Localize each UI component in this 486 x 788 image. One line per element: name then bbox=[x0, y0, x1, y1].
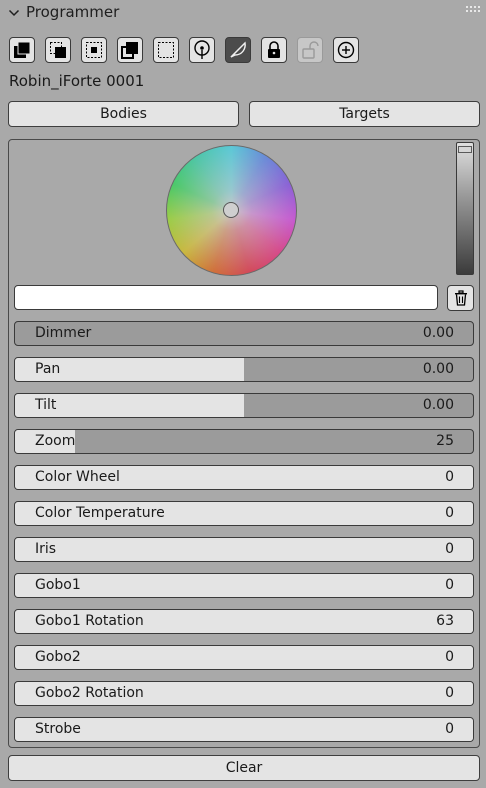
slider-label: Tilt bbox=[35, 397, 57, 413]
slider-zoom[interactable]: Zoom 25 bbox=[14, 429, 474, 454]
fixture-name: Robin_iForte 0001 bbox=[9, 72, 145, 90]
slider-value: 0 bbox=[445, 505, 454, 521]
color-wheel-cursor[interactable] bbox=[223, 202, 239, 218]
slider-value: 0 bbox=[445, 721, 454, 737]
chevron-down-icon[interactable] bbox=[8, 7, 20, 19]
slider-color-temperature[interactable]: Color Temperature 0 bbox=[14, 501, 474, 526]
unlock-icon bbox=[302, 41, 319, 59]
feather-button[interactable] bbox=[225, 37, 251, 63]
locate-pin-button[interactable] bbox=[189, 37, 215, 63]
slider-label: Pan bbox=[35, 361, 61, 377]
slider-value: 0.00 bbox=[422, 361, 454, 377]
slider-label: Color Wheel bbox=[35, 469, 120, 485]
slider-label: Gobo1 Rotation bbox=[35, 613, 144, 629]
slider-label: Gobo2 bbox=[35, 649, 81, 665]
slider-value: 0 bbox=[445, 541, 454, 557]
slider-fill bbox=[15, 718, 473, 741]
slider-label: Strobe bbox=[35, 721, 81, 737]
slider-gobo2-rotation[interactable]: Gobo2 Rotation 0 bbox=[14, 681, 474, 706]
lock-button[interactable] bbox=[261, 37, 287, 63]
slider-value: 0 bbox=[445, 685, 454, 701]
slider-value: 0.00 bbox=[422, 325, 454, 341]
lock-icon bbox=[268, 41, 280, 58]
tab-targets[interactable]: Targets bbox=[249, 101, 480, 127]
feather-icon bbox=[230, 41, 246, 58]
select-all-icon bbox=[14, 41, 31, 58]
slider-gobo2[interactable]: Gobo2 0 bbox=[14, 645, 474, 670]
slider-label: Gobo1 bbox=[35, 577, 81, 593]
slider-tilt[interactable]: Tilt 0.00 bbox=[14, 393, 474, 418]
slider-strobe[interactable]: Strobe 0 bbox=[14, 717, 474, 742]
slider-value: 0 bbox=[445, 649, 454, 665]
unlock-button[interactable] bbox=[297, 37, 323, 63]
slider-pan[interactable]: Pan 0.00 bbox=[14, 357, 474, 382]
slider-value: 0 bbox=[445, 469, 454, 485]
zoom-in-button[interactable] bbox=[333, 37, 359, 63]
slider-fill bbox=[15, 646, 473, 669]
select-all-button[interactable] bbox=[9, 37, 35, 63]
color-wheel[interactable] bbox=[166, 145, 297, 276]
slider-fill bbox=[15, 574, 473, 597]
select-overlap-button[interactable] bbox=[117, 37, 143, 63]
drag-grip-icon[interactable] bbox=[466, 6, 480, 14]
panel-header[interactable]: Programmer bbox=[0, 0, 486, 26]
select-box-dashed-icon bbox=[158, 42, 174, 58]
select-box-dashed-button[interactable] bbox=[153, 37, 179, 63]
select-box-center-button[interactable] bbox=[81, 37, 107, 63]
panel-title: Programmer bbox=[26, 3, 120, 21]
intensity-slider[interactable] bbox=[456, 142, 474, 275]
slider-color-wheel[interactable]: Color Wheel 0 bbox=[14, 465, 474, 490]
slider-iris[interactable]: Iris 0 bbox=[14, 537, 474, 562]
slider-value: 0.00 bbox=[422, 397, 454, 413]
locate-pin-icon bbox=[194, 40, 210, 59]
intensity-slider-handle[interactable] bbox=[458, 146, 472, 154]
zoom-in-icon bbox=[337, 41, 355, 59]
color-hex-input[interactable] bbox=[14, 285, 438, 310]
slider-dimmer[interactable]: Dimmer 0.00 bbox=[14, 321, 474, 346]
slider-fill bbox=[15, 538, 473, 561]
select-invert-icon bbox=[50, 42, 66, 58]
select-overlap-icon bbox=[121, 42, 138, 59]
slider-gobo1-rotation[interactable]: Gobo1 Rotation 63 bbox=[14, 609, 474, 634]
slider-value: 0 bbox=[445, 577, 454, 593]
slider-label: Zoom bbox=[35, 433, 76, 449]
slider-value: 25 bbox=[436, 433, 454, 449]
slider-label: Gobo2 Rotation bbox=[35, 685, 144, 701]
slider-label: Dimmer bbox=[35, 325, 92, 341]
slider-label: Iris bbox=[35, 541, 57, 557]
clear-color-button[interactable] bbox=[447, 285, 474, 311]
clear-button[interactable]: Clear bbox=[8, 755, 480, 781]
trash-icon bbox=[454, 290, 467, 306]
select-invert-button[interactable] bbox=[45, 37, 71, 63]
tab-bodies[interactable]: Bodies bbox=[8, 101, 239, 127]
slider-label: Color Temperature bbox=[35, 505, 165, 521]
slider-gobo1[interactable]: Gobo1 0 bbox=[14, 573, 474, 598]
select-box-center-icon bbox=[86, 42, 102, 58]
slider-value: 63 bbox=[436, 613, 454, 629]
